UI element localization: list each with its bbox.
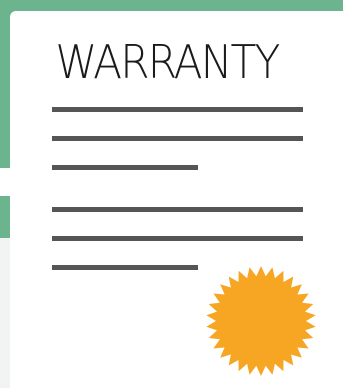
warranty-title: WARRANTY: [55, 35, 280, 89]
text-line-4: [52, 207, 303, 212]
text-line-3: [52, 165, 198, 170]
seal-shape: [206, 266, 316, 376]
text-line-2: [52, 136, 303, 141]
starburst-seal-icon: [206, 266, 316, 376]
text-line-6: [52, 265, 198, 270]
background-green-strip: [0, 0, 343, 11]
text-line-5: [52, 236, 303, 241]
text-line-1: [52, 107, 303, 112]
